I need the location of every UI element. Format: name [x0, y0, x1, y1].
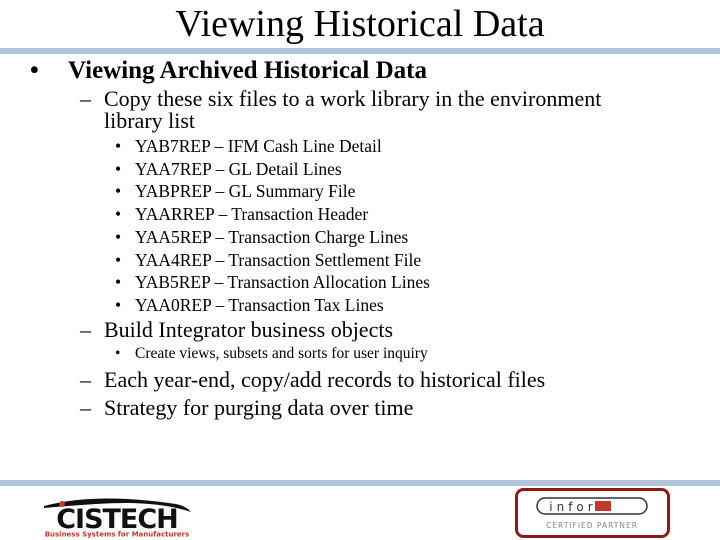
- infor-red-block-icon: [595, 501, 611, 511]
- bullet-icon: •: [115, 136, 122, 156]
- title-divider: [0, 48, 720, 54]
- year-end-item: – Each year-end, copy/add records to hist…: [80, 369, 545, 391]
- dash-icon: –: [80, 317, 91, 342]
- infor-wordmark: infor: [549, 500, 596, 514]
- dash-icon: –: [80, 86, 91, 111]
- list-item: • YAA0REP – Transaction Tax Lines: [115, 294, 430, 317]
- main-bullet: • Viewing Archived Historical Data: [30, 56, 427, 86]
- bullet-icon: •: [115, 345, 121, 362]
- bullet-icon: •: [115, 181, 122, 202]
- footer-divider: [0, 480, 720, 486]
- file-item-text: YAA5REP – Transaction Charge Lines: [135, 226, 409, 247]
- purge-strategy-item: – Strategy for purging data over time: [80, 397, 413, 419]
- copy-files-text-line2: library list: [104, 108, 196, 133]
- purge-strategy-text: Strategy for purging data over time: [104, 395, 414, 420]
- build-subitem-text: Create views, subsets and sorts for user…: [135, 345, 428, 362]
- infor-partner-logo: infor CERTIFIED PARTNER: [515, 488, 670, 538]
- bullet-icon: •: [115, 158, 122, 179]
- build-subitem: • Create views, subsets and sorts for use…: [115, 345, 428, 363]
- list-item: • YAB7REP – IFM Cash Line Detail: [115, 135, 430, 158]
- build-objects-text: Build Integrator business objects: [104, 317, 394, 342]
- dash-icon: –: [80, 367, 91, 392]
- file-item-text: YAA0REP – Transaction Tax Lines: [135, 294, 384, 315]
- build-objects-item: – Build Integrator business objects: [80, 319, 393, 341]
- year-end-text: Each year-end, copy/add records to histo…: [104, 367, 546, 392]
- bullet-icon: •: [30, 57, 39, 84]
- list-item: • YAB5REP – Transaction Allocation Lines: [115, 271, 430, 294]
- list-item: • YABPREP – GL Summary File: [115, 180, 430, 203]
- slide-title: Viewing Historical Data: [175, 3, 545, 45]
- file-item-text: YABPREP – GL Summary File: [135, 181, 356, 202]
- copy-files-item: – Copy these six files to a work library …: [80, 88, 601, 132]
- file-item-text: YAB5REP – Transaction Allocation Lines: [135, 272, 430, 293]
- list-item: • YAA7REP – GL Detail Lines: [115, 158, 430, 181]
- list-item: • YAA4REP – Transaction Settlement File: [115, 249, 430, 272]
- bullet-icon: •: [115, 294, 122, 315]
- file-item-text: YAARREP – Transaction Header: [135, 204, 369, 225]
- list-item: • YAA5REP – Transaction Charge Lines: [115, 226, 430, 249]
- bullet-icon: •: [115, 272, 122, 293]
- cistech-logo: CISTECH Business Systems for Manufacture…: [44, 498, 191, 539]
- list-item: • YAARREP – Transaction Header: [115, 203, 430, 226]
- file-item-text: YAB7REP – IFM Cash Line Detail: [135, 136, 382, 156]
- bullet-icon: •: [115, 226, 122, 247]
- infor-tagline: CERTIFIED PARTNER: [546, 521, 638, 530]
- file-list: • YAB7REP – IFM Cash Line Detail • YAA7REP…: [115, 135, 430, 317]
- bullet-icon: •: [115, 204, 122, 225]
- main-bullet-text: Viewing Archived Historical Data: [68, 57, 427, 84]
- bullet-icon: •: [115, 249, 122, 270]
- cistech-tagline: Business Systems for Manufacturers: [45, 531, 190, 539]
- file-item-text: YAA7REP – GL Detail Lines: [135, 158, 342, 179]
- file-item-text: YAA4REP – Transaction Settlement File: [135, 249, 422, 270]
- dash-icon: –: [80, 395, 91, 420]
